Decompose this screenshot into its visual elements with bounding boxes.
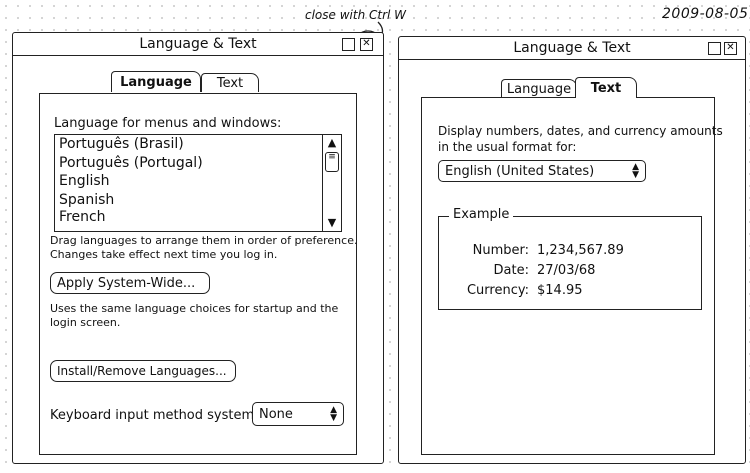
right-tab-pane: Display numbers, dates, and currency amo…	[421, 97, 723, 455]
example-group: Example Number: 1,234,567.89 Date: 27/03/6…	[438, 207, 702, 310]
number-value: 1,234,567.89	[537, 243, 624, 258]
list-item[interactable]: French	[55, 209, 341, 225]
region-format-select[interactable]: English (United States) ▲ ▼	[438, 160, 646, 182]
date-value: 27/03/68	[537, 263, 596, 278]
language-list-label: Language for menus and windows:	[54, 116, 282, 131]
left-window-title: Language & Text	[139, 36, 257, 52]
keyboard-input-label: Keyboard input method system:	[50, 408, 259, 423]
install-remove-languages-label: Install/Remove Languages...	[57, 364, 227, 378]
left-tab-pane: Language for menus and windows: Portuguê…	[39, 93, 357, 455]
scroll-up-arrow-icon[interactable]: ▲	[323, 135, 341, 151]
tab-language-label: Language	[120, 74, 192, 90]
number-label: Number:	[472, 243, 529, 258]
tab-text[interactable]: Text	[201, 73, 259, 92]
example-title: Example	[449, 207, 514, 222]
right-window-zoom-button[interactable]	[708, 42, 721, 55]
list-item[interactable]: Spanish	[55, 191, 341, 210]
list-item[interactable]: Português (Brasil)	[55, 135, 341, 154]
tab-text-label: Text	[216, 75, 244, 91]
format-label-line-2: in the usual format for:	[438, 140, 577, 154]
tab-language[interactable]: Language	[111, 71, 201, 92]
keyboard-input-value: None	[259, 406, 293, 422]
tab-text-label: Text	[590, 80, 622, 96]
scroll-down-arrow-icon[interactable]: ▼	[323, 215, 341, 231]
right-window-titlebar: Language & Text ✕	[399, 37, 745, 60]
tab-language[interactable]: Language	[501, 79, 577, 98]
left-window-close-button[interactable]: ✕	[360, 38, 373, 51]
example-number-row: Number: 1,234,567.89	[459, 243, 624, 258]
chevron-updown-icon: ▲ ▼	[330, 405, 337, 423]
apply-description-line-1: Uses the same language choices for start…	[50, 302, 339, 315]
drag-hint-line-1: Drag languages to arrange them in order …	[50, 234, 358, 247]
language-list-scrollbar[interactable]: ▲ ≡ ▼	[322, 135, 341, 231]
close-icon: ✕	[362, 38, 371, 49]
language-list[interactable]: Português (Brasil) Português (Portugal) …	[54, 134, 342, 232]
date-label: Date:	[493, 263, 529, 278]
right-window-close-button[interactable]: ✕	[724, 42, 737, 55]
list-item[interactable]: Português (Portugal)	[55, 154, 341, 173]
scroll-thumb[interactable]: ≡	[325, 152, 339, 172]
date-stamp: 2009-08-05	[662, 6, 749, 22]
tab-text[interactable]: Text	[575, 77, 637, 98]
tab-language-label: Language	[506, 81, 572, 97]
left-window-zoom-button[interactable]	[342, 38, 355, 51]
example-currency-row: Currency: $14.95	[459, 283, 583, 298]
chevron-updown-icon: ▲ ▼	[632, 162, 639, 180]
right-window-title: Language & Text	[513, 40, 631, 56]
keyboard-input-select[interactable]: None ▲ ▼	[252, 402, 344, 426]
drag-hint-line-2: Changes take effect next time you log in…	[50, 248, 278, 261]
format-label-line-1: Display numbers, dates, and currency amo…	[438, 124, 723, 138]
currency-value: $14.95	[537, 283, 583, 298]
apply-description-line-2: login screen.	[50, 316, 121, 329]
apply-system-wide-button[interactable]: Apply System-Wide...	[50, 272, 210, 294]
close-icon: ✕	[726, 42, 735, 53]
region-format-value: English (United States)	[445, 163, 595, 179]
currency-label: Currency:	[466, 283, 529, 298]
list-item[interactable]: English	[55, 172, 341, 191]
left-window: Language & Text ✕ Language Text Language…	[12, 32, 384, 464]
right-window: Language & Text ✕ Language Text Display …	[398, 36, 746, 464]
left-window-titlebar: Language & Text ✕	[13, 33, 383, 56]
example-date-row: Date: 27/03/68	[459, 263, 596, 278]
apply-system-wide-label: Apply System-Wide...	[57, 275, 196, 291]
install-remove-languages-button[interactable]: Install/Remove Languages...	[50, 360, 236, 382]
